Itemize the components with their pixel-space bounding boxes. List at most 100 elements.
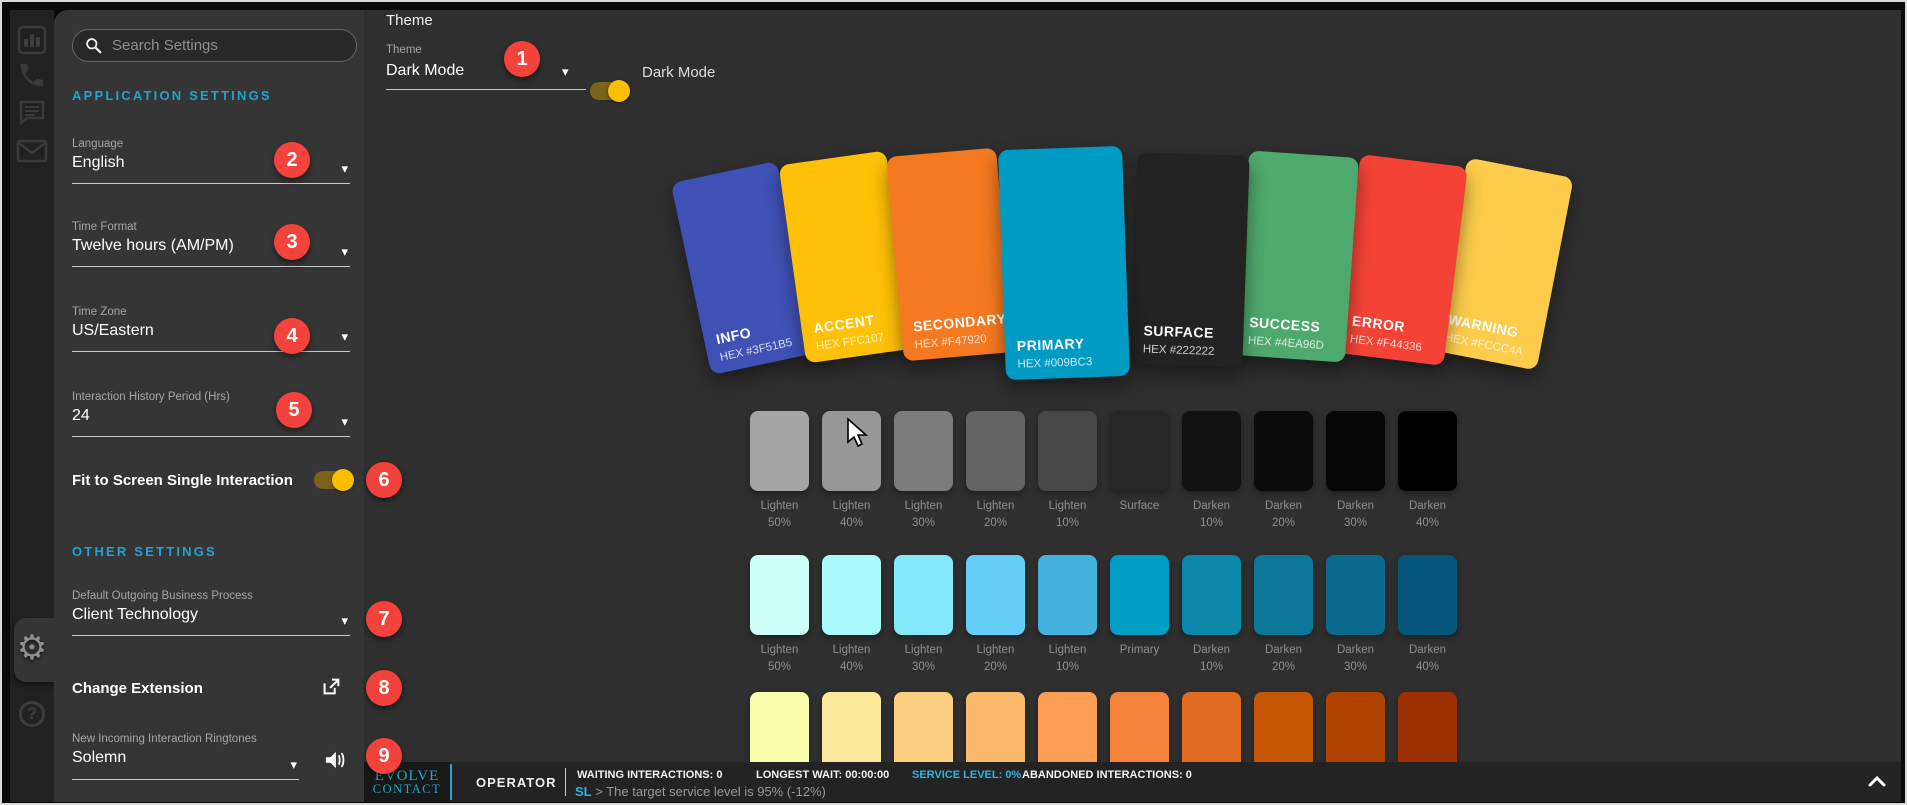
swatch-accent-ramp-6[interactable] [1182,692,1241,772]
annotation-badge-2: 2 [274,142,310,178]
swatch-accent-ramp-3[interactable] [966,692,1025,772]
chevron-down-icon[interactable]: ▾ [341,415,348,430]
card-hex-label: HEX FFC107 [815,332,884,353]
chevron-down-icon[interactable]: ▾ [341,162,348,177]
chevron-down-icon[interactable]: ▾ [341,330,348,345]
annotation-badge-5: 5 [276,392,312,428]
phone-icon[interactable] [10,57,54,93]
swatch-label: Lighten50% [750,498,809,532]
gear-icon[interactable]: ⚙ [10,630,54,666]
swatch-primary-ramp-5[interactable] [1110,555,1169,635]
search-settings-box[interactable] [72,29,357,62]
swatch-cell: Lighten10% [1038,411,1097,532]
chevron-down-icon[interactable]: ▾ [341,614,348,629]
swatch-primary-ramp-1[interactable] [822,555,881,635]
dark-mode-toggle[interactable] [590,82,628,100]
help-icon[interactable]: ? [10,696,54,732]
swatch-surface-ramp-3[interactable] [966,411,1025,491]
swatch-accent-ramp-9[interactable] [1398,692,1457,772]
swatch-surface-ramp-1[interactable] [822,411,881,491]
card-name: SURFACE [1143,322,1214,340]
swatch-cell: Darken40% [1398,555,1457,676]
swatch-accent-ramp-8[interactable] [1326,692,1385,772]
chevron-down-icon[interactable]: ▾ [562,65,569,80]
card-name: SECONDARY [912,310,1006,334]
outgoing-bp-field: Default Outgoing Business Process Client… [72,590,350,636]
annotation-badge-3: 3 [274,224,310,260]
outgoing-bp-value[interactable]: Client Technology [72,606,350,624]
swatch-primary-ramp-9[interactable] [1398,555,1457,635]
swatch-primary-ramp-4[interactable] [1038,555,1097,635]
search-input[interactable] [110,36,330,55]
card-hex-label: HEX #222222 [1143,343,1215,357]
chevron-up-icon[interactable] [1867,774,1887,793]
swatch-cell: Darken30% [1326,555,1385,676]
swatch-cell [894,692,953,772]
logo-divider [450,764,452,800]
swatch-accent-ramp-0[interactable] [750,692,809,772]
ringtones-value[interactable]: Solemn [72,749,299,767]
swatch-primary-ramp-3[interactable] [966,555,1025,635]
language-label: Language [72,138,350,150]
annotation-badge-8: 8 [366,670,402,706]
swatch-cell [1254,692,1313,772]
swatch-row-accent-ramp [750,692,1457,772]
external-link-icon[interactable] [320,676,342,703]
fit-to-screen-toggle[interactable] [314,471,352,489]
chevron-down-icon[interactable]: ▾ [341,245,348,260]
swatch-accent-ramp-1[interactable] [822,692,881,772]
swatch-surface-ramp-8[interactable] [1326,411,1385,491]
service-level-message: SL > The target service level is 95% (-1… [575,784,826,799]
swatch-surface-ramp-4[interactable] [1038,411,1097,491]
swatch-primary-ramp-6[interactable] [1182,555,1241,635]
theme-card-primary[interactable]: PRIMARYHEX #009BC3 [998,146,1130,380]
swatch-label: Primary [1110,642,1169,659]
swatch-accent-ramp-2[interactable] [894,692,953,772]
outgoing-bp-label: Default Outgoing Business Process [72,590,350,602]
swatch-accent-ramp-5[interactable] [1110,692,1169,772]
service-level-stat: SERVICE LEVEL: 0% [912,769,1021,781]
swatch-cell: Lighten40% [822,411,881,532]
swatch-surface-ramp-7[interactable] [1254,411,1313,491]
swatch-cell: Surface [1110,411,1169,532]
swatch-cell [966,692,1025,772]
swatch-label: Lighten20% [966,642,1025,676]
longest-wait-stat: LONGEST WAIT: 00:00:00 [756,769,889,781]
theme-field-value[interactable]: Dark Mode [386,62,464,80]
swatch-row-surface-ramp: Lighten50%Lighten40%Lighten30%Lighten20%… [750,411,1457,532]
swatch-label: Lighten50% [750,642,809,676]
card-hex-label: HEX #4EA96D [1248,335,1325,352]
chevron-down-icon[interactable]: ▾ [290,758,297,773]
theme-card-surface[interactable]: SURFACE HEX #222222 [1130,152,1249,368]
swatch-surface-ramp-2[interactable] [894,411,953,491]
swatch-accent-ramp-4[interactable] [1038,692,1097,772]
icon-rail: ⚙ ? [10,10,54,802]
chat-icon[interactable] [10,94,54,130]
card-hex-label: HEX #009BC3 [1017,356,1092,371]
ringtones-field: New Incoming Interaction Ringtones Solem… [72,733,299,780]
swatch-cell: Darken20% [1254,411,1313,532]
swatch-label: Lighten40% [822,642,881,676]
swatch-primary-ramp-7[interactable] [1254,555,1313,635]
theme-card-success[interactable]: SUCCESSHEX #4EA96D [1235,150,1359,362]
stats-icon[interactable] [10,22,54,58]
application-settings-header: APPLICATION SETTINGS [72,88,272,103]
swatch-surface-ramp-5[interactable] [1110,411,1169,491]
swatch-surface-ramp-0[interactable] [750,411,809,491]
swatch-label: Lighten20% [966,498,1025,532]
theme-card-secondary[interactable]: SECONDARYHEX #F47920 [886,148,1013,362]
ringtones-label: New Incoming Interaction Ringtones [72,733,299,745]
swatch-accent-ramp-7[interactable] [1254,692,1313,772]
swatch-primary-ramp-2[interactable] [894,555,953,635]
page-title: Theme [386,12,433,29]
speaker-icon[interactable] [324,750,346,775]
mail-icon[interactable] [10,134,54,170]
swatch-primary-ramp-0[interactable] [750,555,809,635]
swatch-cell: Darken10% [1182,411,1241,532]
swatch-cell: Lighten40% [822,555,881,676]
swatch-surface-ramp-9[interactable] [1398,411,1457,491]
swatch-primary-ramp-8[interactable] [1326,555,1385,635]
statusbar-divider [565,768,566,796]
swatch-cell: Lighten30% [894,555,953,676]
swatch-surface-ramp-6[interactable] [1182,411,1241,491]
